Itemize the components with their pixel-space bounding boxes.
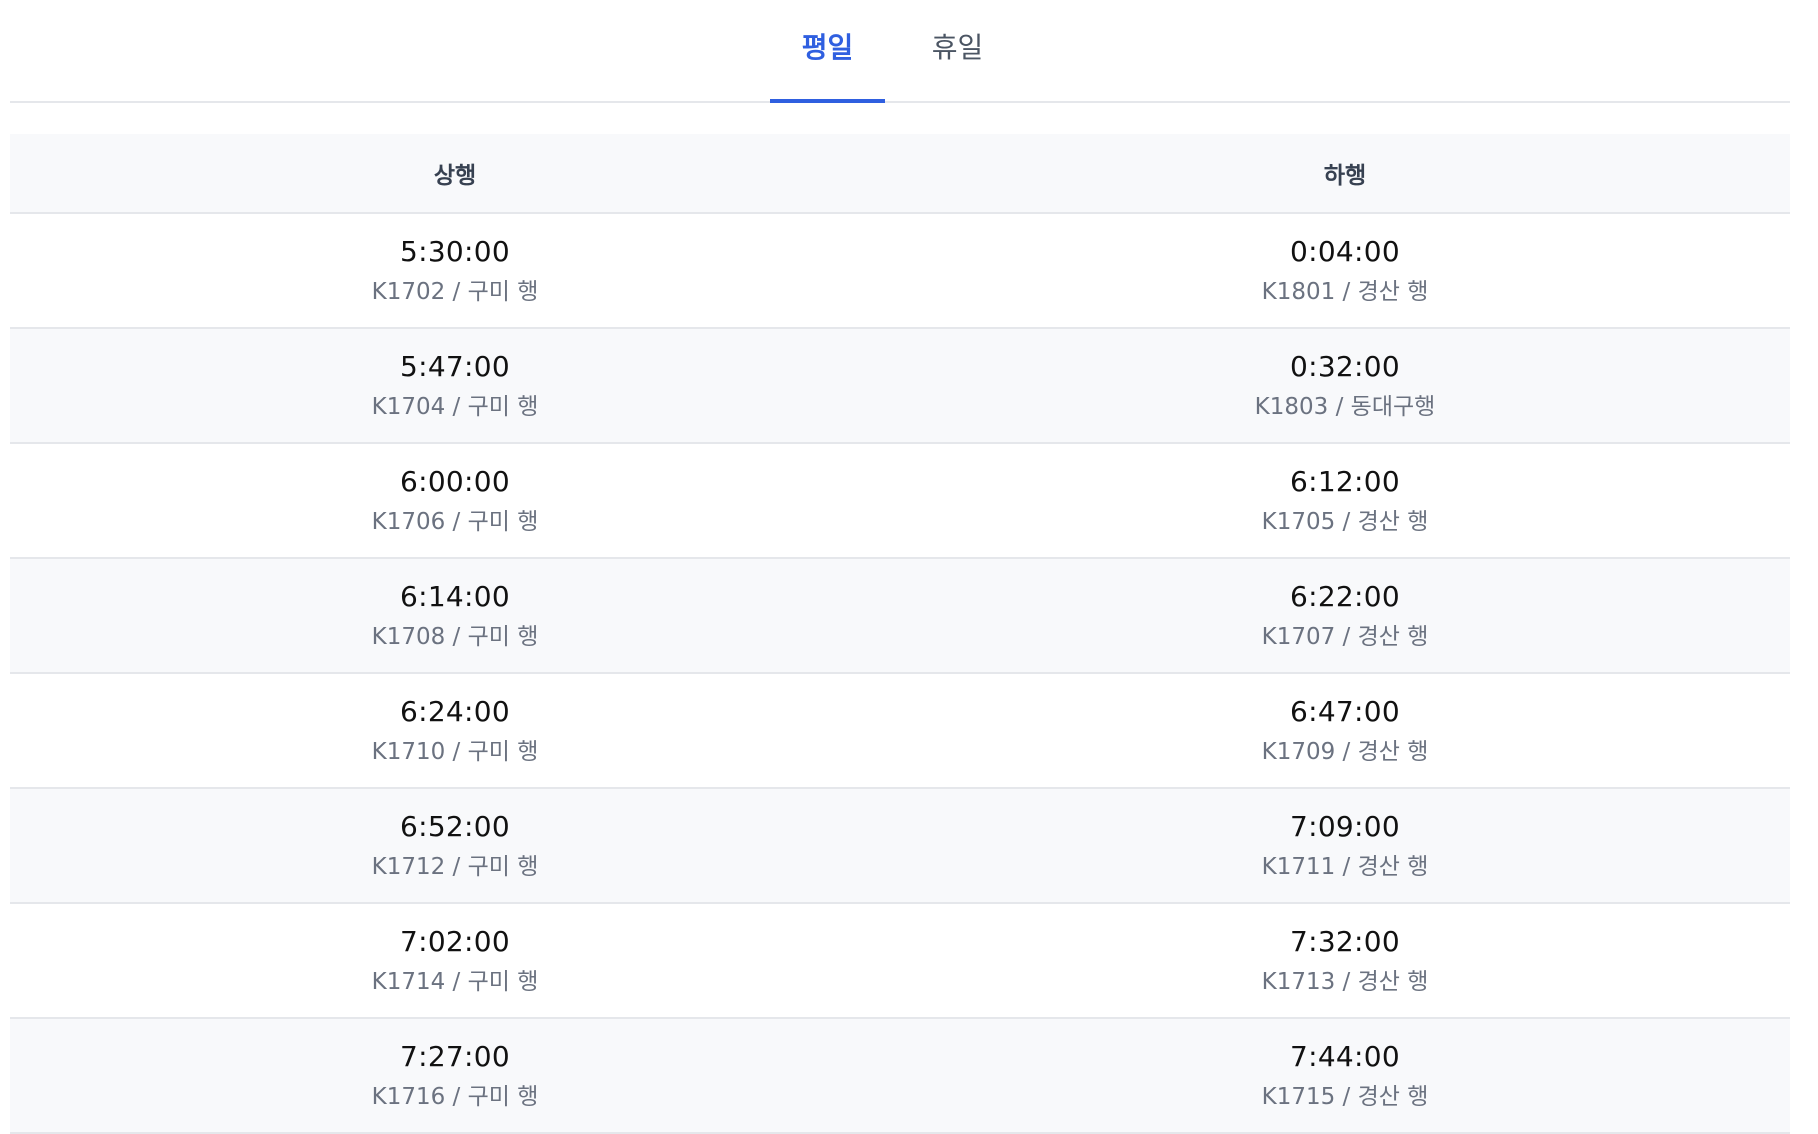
train-info: K1711 / 경산 행 xyxy=(1261,853,1429,880)
down-cell: 6:22:00 K1707 / 경산 행 xyxy=(900,559,1790,672)
down-cell: 7:09:00 K1711 / 경산 행 xyxy=(900,789,1790,902)
departure-time: 6:12:00 xyxy=(1289,464,1401,498)
tab-holiday[interactable]: 휴일 xyxy=(900,0,1015,101)
train-info: K1707 / 경산 행 xyxy=(1261,623,1429,650)
departure-time: 6:52:00 xyxy=(399,809,511,843)
up-cell: 6:24:00 K1710 / 구미 행 xyxy=(10,674,900,787)
train-info: K1705 / 경산 행 xyxy=(1261,508,1429,535)
up-cell: 5:30:00 K1702 / 구미 행 xyxy=(10,214,900,327)
train-info: K1803 / 동대구행 xyxy=(1254,393,1436,420)
departure-time: 6:00:00 xyxy=(399,464,511,498)
departure-time: 7:02:00 xyxy=(399,924,511,958)
train-info: K1714 / 구미 행 xyxy=(371,968,539,995)
departure-time: 0:04:00 xyxy=(1289,234,1401,268)
table-row: 6:52:00 K1712 / 구미 행 7:09:00 K1711 / 경산 … xyxy=(10,789,1790,904)
table-row: 5:30:00 K1702 / 구미 행 0:04:00 K1801 / 경산 … xyxy=(10,214,1790,329)
up-cell: 6:14:00 K1708 / 구미 행 xyxy=(10,559,900,672)
tab-holiday-label: 휴일 xyxy=(931,30,984,64)
day-type-tabs: 평일 휴일 xyxy=(10,0,1790,103)
table-row: 6:24:00 K1710 / 구미 행 6:47:00 K1709 / 경산 … xyxy=(10,674,1790,789)
tab-weekday[interactable]: 평일 xyxy=(770,0,885,103)
departure-time: 7:32:00 xyxy=(1289,924,1401,958)
train-info: K1709 / 경산 행 xyxy=(1261,738,1429,765)
departure-time: 7:09:00 xyxy=(1289,809,1401,843)
timetable: 상행 하행 5:30:00 K1702 / 구미 행 0:04:00 K1801… xyxy=(10,134,1790,1134)
train-info: K1715 / 경산 행 xyxy=(1261,1083,1429,1110)
table-row: 7:27:00 K1716 / 구미 행 7:44:00 K1715 / 경산 … xyxy=(10,1019,1790,1134)
train-info: K1706 / 구미 행 xyxy=(371,508,539,535)
down-cell: 0:32:00 K1803 / 동대구행 xyxy=(900,329,1790,442)
up-cell: 6:52:00 K1712 / 구미 행 xyxy=(10,789,900,902)
table-header: 상행 하행 xyxy=(10,134,1790,214)
timetable-container: 평일 휴일 상행 하행 5:30:00 K1702 / 구미 행 0:04:00… xyxy=(10,0,1790,1134)
tab-weekday-label: 평일 xyxy=(801,30,854,64)
departure-time: 0:32:00 xyxy=(1289,349,1401,383)
up-cell: 7:27:00 K1716 / 구미 행 xyxy=(10,1019,900,1132)
train-info: K1708 / 구미 행 xyxy=(371,623,539,650)
up-cell: 5:47:00 K1704 / 구미 행 xyxy=(10,329,900,442)
train-info: K1713 / 경산 행 xyxy=(1261,968,1429,995)
down-cell: 7:32:00 K1713 / 경산 행 xyxy=(900,904,1790,1017)
up-cell: 7:02:00 K1714 / 구미 행 xyxy=(10,904,900,1017)
train-info: K1704 / 구미 행 xyxy=(371,393,539,420)
train-info: K1712 / 구미 행 xyxy=(371,853,539,880)
train-info: K1702 / 구미 행 xyxy=(371,278,539,305)
column-header-up: 상행 xyxy=(433,163,477,189)
table-row: 7:02:00 K1714 / 구미 행 7:32:00 K1713 / 경산 … xyxy=(10,904,1790,1019)
train-info: K1801 / 경산 행 xyxy=(1261,278,1429,305)
departure-time: 7:27:00 xyxy=(399,1039,511,1073)
departure-time: 5:30:00 xyxy=(399,234,511,268)
down-cell: 0:04:00 K1801 / 경산 행 xyxy=(900,214,1790,327)
departure-time: 6:22:00 xyxy=(1289,579,1401,613)
departure-time: 6:24:00 xyxy=(399,694,511,728)
train-info: K1716 / 구미 행 xyxy=(371,1083,539,1110)
table-row: 5:47:00 K1704 / 구미 행 0:32:00 K1803 / 동대구… xyxy=(10,329,1790,444)
departure-time: 6:47:00 xyxy=(1289,694,1401,728)
departure-time: 6:14:00 xyxy=(399,579,511,613)
column-header-down: 하행 xyxy=(1323,163,1367,189)
down-cell: 6:12:00 K1705 / 경산 행 xyxy=(900,444,1790,557)
departure-time: 7:44:00 xyxy=(1289,1039,1401,1073)
up-cell: 6:00:00 K1706 / 구미 행 xyxy=(10,444,900,557)
down-cell: 7:44:00 K1715 / 경산 행 xyxy=(900,1019,1790,1132)
departure-time: 5:47:00 xyxy=(399,349,511,383)
table-row: 6:14:00 K1708 / 구미 행 6:22:00 K1707 / 경산 … xyxy=(10,559,1790,674)
down-cell: 6:47:00 K1709 / 경산 행 xyxy=(900,674,1790,787)
table-row: 6:00:00 K1706 / 구미 행 6:12:00 K1705 / 경산 … xyxy=(10,444,1790,559)
train-info: K1710 / 구미 행 xyxy=(371,738,539,765)
